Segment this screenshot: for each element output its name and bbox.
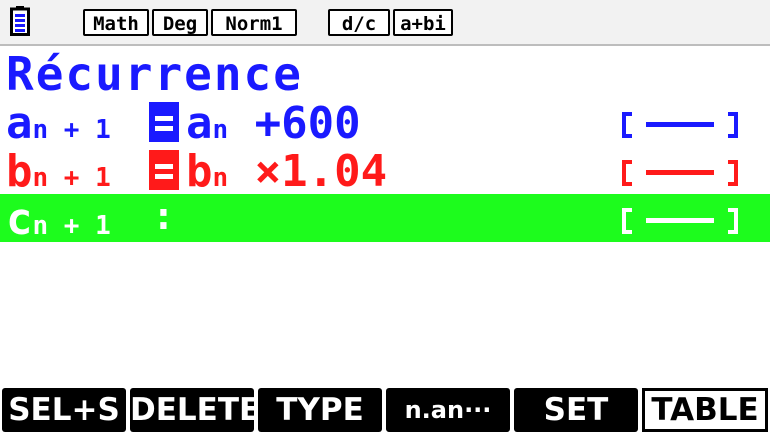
display-format-badge: Norm1 (211, 9, 297, 36)
line-style-indicator[interactable] (622, 208, 738, 236)
line-style-indicator[interactable] (622, 112, 738, 140)
f3-type-button[interactable]: TYPE (258, 388, 382, 432)
empty-expression-colon[interactable]: : (152, 194, 175, 238)
sequence-name: an + 1 (6, 98, 111, 149)
f2-delete-button[interactable]: DELETE (130, 388, 254, 432)
f5-set-button[interactable]: SET (514, 388, 638, 432)
sequence-row-a[interactable]: an + 1 an +600 (0, 98, 770, 149)
equals-cursor (149, 102, 179, 142)
status-bar: Math Deg Norm1 d/c a+bi (0, 0, 770, 46)
sequence-expression[interactable]: an +600 (186, 98, 361, 149)
calculator-screen: Math Deg Norm1 d/c a+bi Récurrence an + … (0, 0, 770, 434)
sequence-name: bn + 1 (6, 146, 111, 197)
math-mode-badge: Math (83, 9, 149, 36)
battery-icon (10, 6, 30, 36)
fraction-mode-badge: d/c (328, 9, 390, 36)
line-style-indicator[interactable] (622, 160, 738, 188)
complex-mode-badge: a+bi (393, 9, 453, 36)
page-title: Récurrence (6, 47, 303, 101)
equals-cursor (149, 150, 179, 190)
sequence-row-b[interactable]: bn + 1 bn ×1.04 (0, 146, 770, 197)
function-key-bar: SEL+S DELETE TYPE n.an··· SET TABLE (0, 388, 770, 434)
sequence-name: cn + 1 (6, 194, 111, 245)
f6-table-button[interactable]: TABLE (642, 388, 768, 432)
sequence-row-c[interactable]: cn + 1 : (0, 194, 770, 245)
sequence-expression[interactable]: bn ×1.04 (186, 146, 387, 197)
f4-n-an-button[interactable]: n.an··· (386, 388, 510, 432)
f1-sel-s-button[interactable]: SEL+S (2, 388, 126, 432)
angle-unit-badge: Deg (152, 9, 208, 36)
